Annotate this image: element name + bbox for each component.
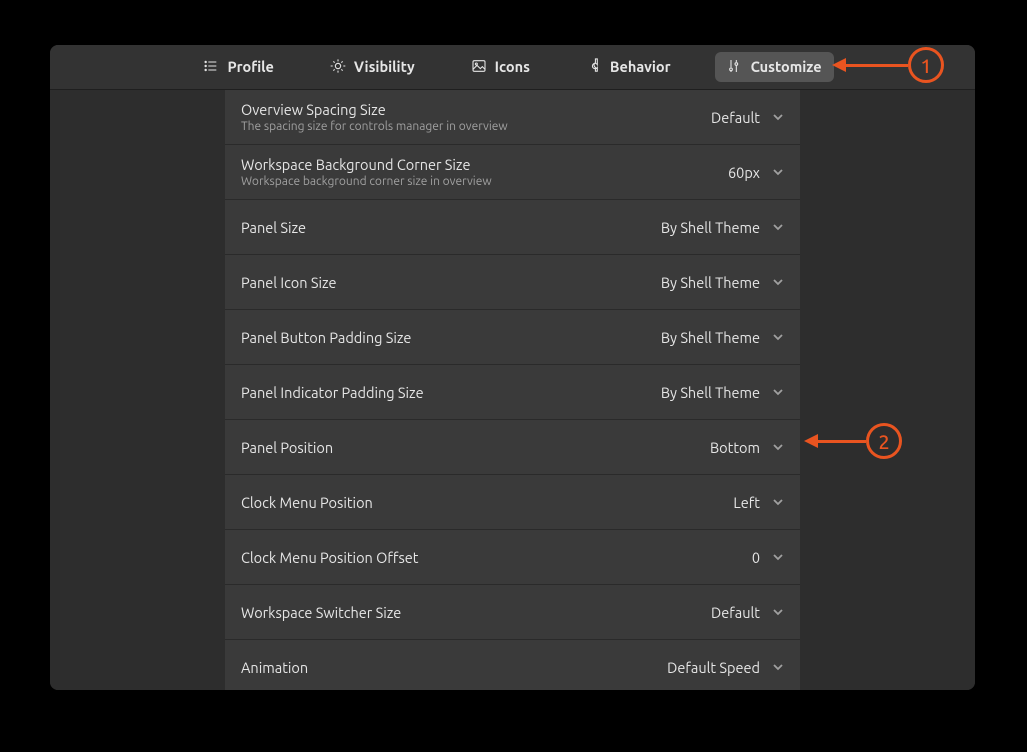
- setting-title: Workspace Background Corner Size: [241, 156, 712, 173]
- setting-title-col: Panel Position: [241, 439, 694, 456]
- setting-value: Default Speed: [667, 659, 760, 676]
- tab-label: Profile: [227, 60, 273, 75]
- setting-row-clock-menu-position-offset[interactable]: Clock Menu Position Offset 0: [225, 530, 800, 585]
- setting-value: By Shell Theme: [661, 219, 760, 236]
- setting-title: Animation: [241, 659, 651, 676]
- setting-row-panel-indicator-padding-size[interactable]: Panel Indicator Padding Size By Shell Th…: [225, 365, 800, 420]
- setting-row-overview-spacing-size[interactable]: Overview Spacing Size The spacing size f…: [225, 90, 800, 145]
- setting-value: Default: [711, 604, 760, 621]
- tab-icons[interactable]: Icons: [459, 52, 542, 83]
- chevron-down-icon: [772, 496, 784, 508]
- setting-value: Bottom: [710, 439, 760, 456]
- setting-title-col: Panel Icon Size: [241, 274, 645, 291]
- chevron-down-icon: [772, 166, 784, 178]
- setting-title-col: Workspace Background Corner Size Workspa…: [241, 156, 712, 188]
- setting-value: 0: [752, 549, 760, 566]
- setting-title: Panel Indicator Padding Size: [241, 384, 645, 401]
- chevron-down-icon: [772, 661, 784, 673]
- chevron-down-icon: [772, 441, 784, 453]
- setting-title: Workspace Switcher Size: [241, 604, 695, 621]
- setting-row-workspace-switcher-size[interactable]: Workspace Switcher Size Default: [225, 585, 800, 640]
- chevron-down-icon: [772, 276, 784, 288]
- setting-title-col: Workspace Switcher Size: [241, 604, 695, 621]
- setting-row-panel-icon-size[interactable]: Panel Icon Size By Shell Theme: [225, 255, 800, 310]
- tab-visibility[interactable]: Visibility: [318, 52, 427, 83]
- settings-list: Overview Spacing Size The spacing size f…: [225, 90, 800, 690]
- chevron-down-icon: [772, 551, 784, 563]
- list-icon: [203, 58, 219, 77]
- setting-row-panel-position[interactable]: Panel Position Bottom: [225, 420, 800, 475]
- chevron-down-icon: [772, 111, 784, 123]
- setting-row-animation[interactable]: Animation Default Speed: [225, 640, 800, 690]
- tab-label: Behavior: [610, 60, 671, 75]
- setting-title: Panel Button Padding Size: [241, 329, 645, 346]
- wrench-icon: [586, 58, 602, 77]
- setting-title-col: Panel Indicator Padding Size: [241, 384, 645, 401]
- setting-row-panel-size[interactable]: Panel Size By Shell Theme: [225, 200, 800, 255]
- slider-icon: [727, 58, 743, 77]
- left-gutter: [50, 90, 225, 690]
- setting-title-col: Animation: [241, 659, 651, 676]
- window-body: Overview Spacing Size The spacing size f…: [50, 90, 975, 690]
- setting-title: Clock Menu Position Offset: [241, 549, 736, 566]
- stage: Profile Visibility Icons Behavior: [0, 0, 1027, 752]
- setting-title-col: Clock Menu Position Offset: [241, 549, 736, 566]
- tab-label: Customize: [751, 60, 822, 75]
- right-gutter: [800, 90, 975, 690]
- tab-label: Icons: [495, 60, 530, 75]
- setting-title: Panel Size: [241, 219, 645, 236]
- setting-description: The spacing size for controls manager in…: [241, 120, 695, 133]
- setting-row-workspace-background-corner-size[interactable]: Workspace Background Corner Size Workspa…: [225, 145, 800, 200]
- setting-row-clock-menu-position[interactable]: Clock Menu Position Left: [225, 475, 800, 530]
- setting-title: Clock Menu Position: [241, 494, 717, 511]
- tab-profile[interactable]: Profile: [191, 52, 285, 83]
- tab-label: Visibility: [354, 60, 415, 75]
- setting-title: Panel Position: [241, 439, 694, 456]
- setting-title: Overview Spacing Size: [241, 101, 695, 118]
- setting-value: By Shell Theme: [661, 384, 760, 401]
- setting-title-col: Clock Menu Position: [241, 494, 717, 511]
- tab-customize[interactable]: Customize: [715, 52, 834, 83]
- setting-title: Panel Icon Size: [241, 274, 645, 291]
- setting-value: Default: [711, 109, 760, 126]
- setting-title-col: Panel Button Padding Size: [241, 329, 645, 346]
- chevron-down-icon: [772, 386, 784, 398]
- setting-value: By Shell Theme: [661, 329, 760, 346]
- setting-row-panel-button-padding-size[interactable]: Panel Button Padding Size By Shell Theme: [225, 310, 800, 365]
- chevron-down-icon: [772, 606, 784, 618]
- tab-behavior[interactable]: Behavior: [574, 52, 683, 83]
- sun-icon: [330, 58, 346, 77]
- setting-title-col: Panel Size: [241, 219, 645, 236]
- setting-description: Workspace background corner size in over…: [241, 175, 712, 188]
- chevron-down-icon: [772, 221, 784, 233]
- setting-value: Left: [733, 494, 760, 511]
- setting-title-col: Overview Spacing Size The spacing size f…: [241, 101, 695, 133]
- image-icon: [471, 58, 487, 77]
- chevron-down-icon: [772, 331, 784, 343]
- setting-value: By Shell Theme: [661, 274, 760, 291]
- tab-bar: Profile Visibility Icons Behavior: [50, 45, 975, 90]
- setting-value: 60px: [728, 164, 760, 181]
- settings-window: Profile Visibility Icons Behavior: [50, 45, 975, 690]
